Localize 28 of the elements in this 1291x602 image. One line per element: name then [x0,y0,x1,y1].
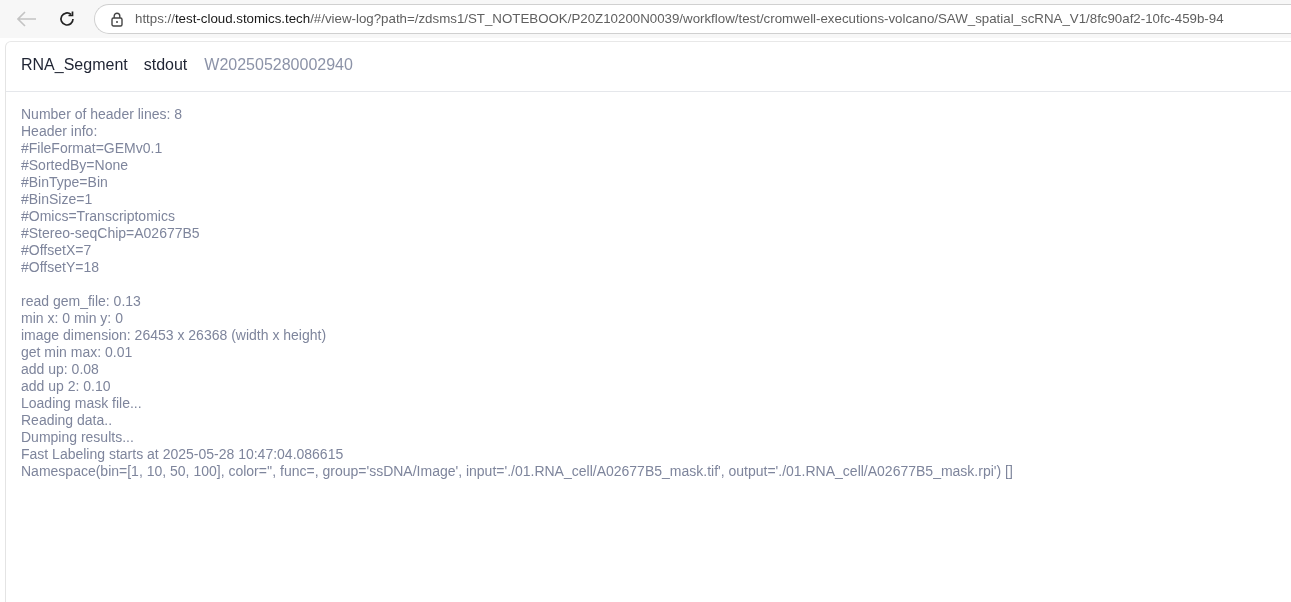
log-line: #BinSize=1 [21,191,94,208]
log-line: Namespace(bin=[1, 10, 50, 100], color='', func=, group='ssDNA/Image', input='./01.RNA_cell/A02677B5_mask.tif', output='./01.RNA_cell/A02677B5_mask.rpi') [] [21,463,1014,480]
workflow-id: W202505280002940 [204,55,353,75]
log-line: Loading mask file... [21,395,143,412]
log-line: #OffsetX=7 [21,242,93,259]
log-line: add up 2: 0.10 [21,378,112,395]
log-line: Dumping results... [21,429,135,446]
log-line: get min max: 0.01 [21,344,134,361]
log-line: Header info: [21,123,99,140]
log-line: #Omics=Transcriptomics [21,208,176,225]
url-text: https://test-cloud.stomics.tech/#/view-log?path=/zdsms1/ST_NOTEBOOK/P20Z10200N0039/workflow/test/cromwell-executions-volcano/SAW_spatial_scRNA_V1/8fc90af2-10fc-459b-94 [135,10,1224,29]
log-line: min x: 0 min y: 0 [21,310,124,327]
log-stream-label: stdout [143,55,188,75]
log-line: #Stereo-seqChip=A02677B5 [21,225,201,242]
log-line: #BinType=Bin [21,174,109,191]
lock-icon [111,11,123,27]
log-line: read gem_file: 0.13 [21,293,142,310]
address-bar[interactable]: https://test-cloud.stomics.tech/#/view-log?path=/zdsms1/ST_NOTEBOOK/P20Z10200N0039/workflow/test/cromwell-executions-volcano/SAW_spatial_scRNA_V1/8fc90af2-10fc-459b-94 [94,4,1291,34]
log-line: image dimension: 26453 x 26368 (width x height) [21,327,328,344]
reload-icon [58,10,76,28]
log-line: add up: 0.08 [21,361,100,378]
log-line: Fast Labeling starts at 2025-05-28 10:47:04.086615 [21,446,345,463]
log-line: #SortedBy=None [21,157,130,174]
log-line: Number of header lines: 8 [21,106,184,123]
log-line: Reading data.. [21,412,114,429]
task-name: RNA_Segment [21,55,128,75]
log-line: #FileFormat=GEMv0.1 [21,140,164,157]
log-line: #OffsetY=18 [21,259,100,276]
